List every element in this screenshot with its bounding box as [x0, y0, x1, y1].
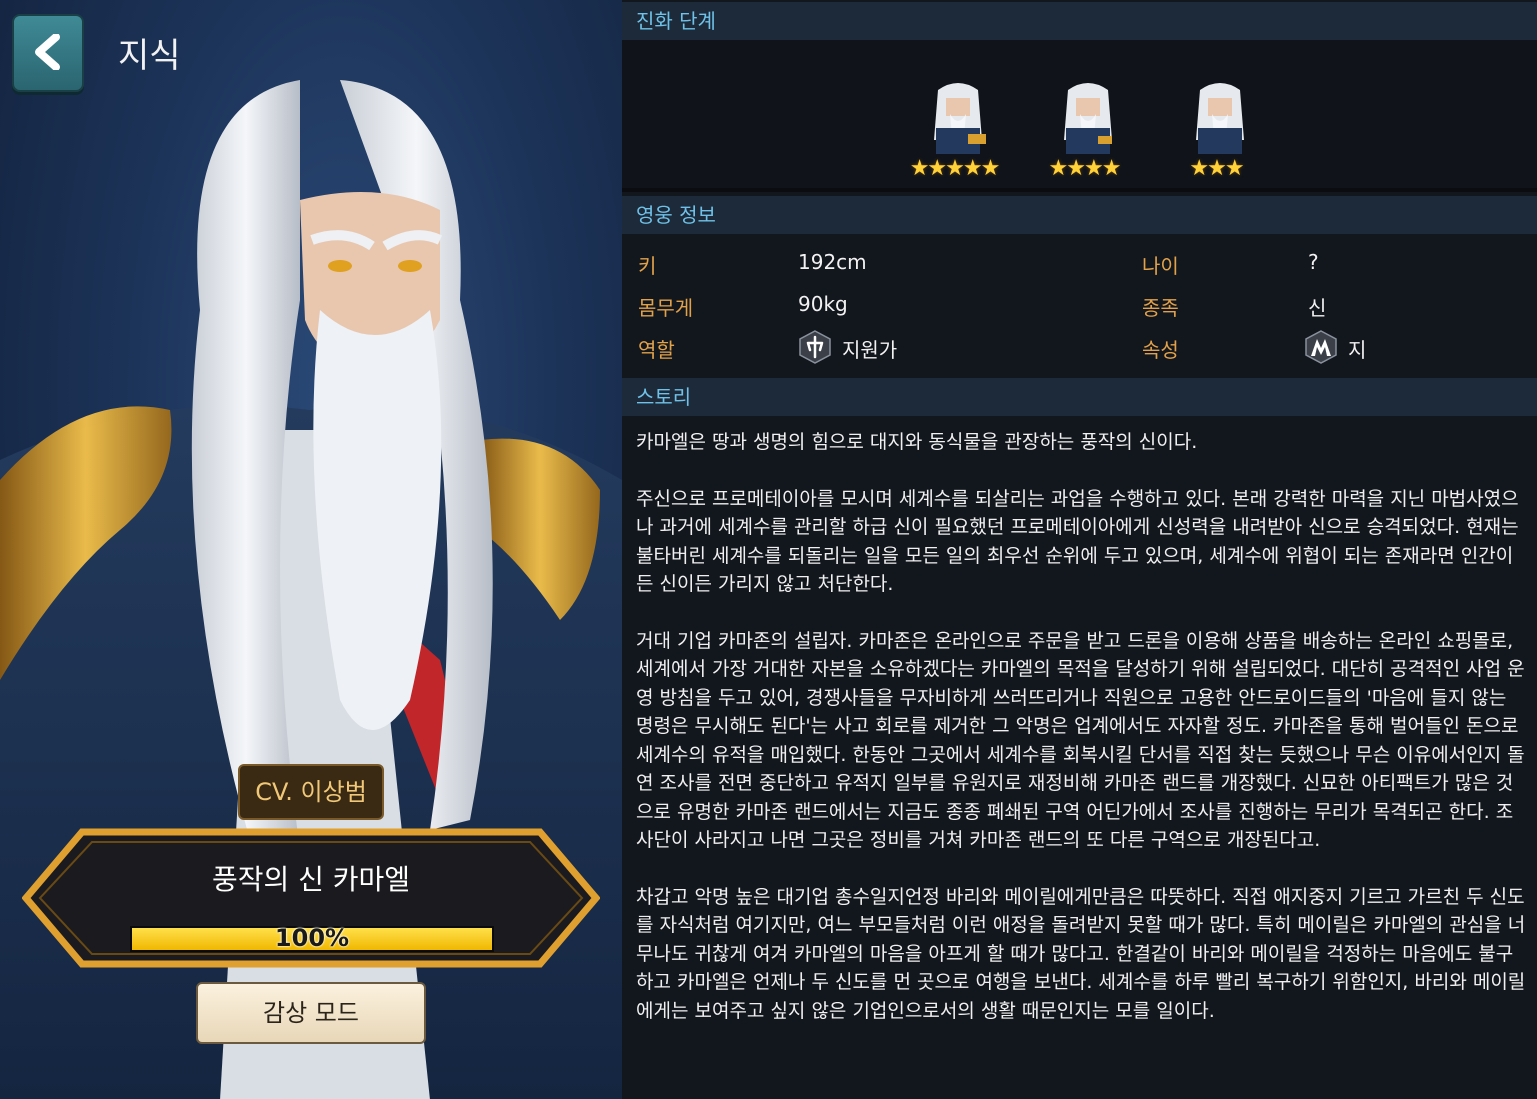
- hero-info-panel: 진화 단계 ★★★★★ ★★★★ ★★★ 영웅 정보 키 192cm 나이 ? …: [622, 0, 1537, 1099]
- age-label: 나이: [1142, 254, 1179, 278]
- story-paragraph: 주신으로 프로메테이아를 모시며 세계수를 되살리는 과업을 수행하고 있다. …: [636, 487, 1519, 596]
- attribute-value: 지: [1348, 338, 1367, 362]
- evolution-stage-5star[interactable]: ★★★★★: [906, 80, 1002, 184]
- view-mode-button[interactable]: 감상 모드: [196, 982, 426, 1044]
- evolution-stage-4star[interactable]: ★★★★: [1036, 80, 1132, 184]
- chevron-left-icon: [35, 34, 60, 70]
- knowledge-progress-bar: 100%: [130, 924, 494, 952]
- height-value: 192cm: [798, 250, 867, 274]
- race-label: 종족: [1142, 296, 1179, 320]
- attribute-label: 속성: [1142, 338, 1179, 362]
- star-rating: ★★★★★: [909, 156, 1001, 181]
- progress-text: 100%: [274, 924, 350, 952]
- evolution-stages: ★★★★★ ★★★★ ★★★: [622, 40, 1537, 192]
- hero-name-plate: 풍작의 신 카마엘 100%: [22, 828, 600, 968]
- race-value: 신: [1308, 296, 1327, 320]
- voice-actor-badge: CV. 이상범: [238, 764, 384, 820]
- support-role-icon: [799, 330, 831, 364]
- age-value: ?: [1308, 250, 1319, 274]
- story-paragraph: 카마엘은 땅과 생명의 힘으로 대지와 동식물을 관장하는 풍작의 신이다.: [636, 431, 1198, 453]
- story-section-header: 스토리: [622, 378, 1537, 416]
- evolution-section-header: 진화 단계: [622, 2, 1537, 40]
- evolution-stage-3star[interactable]: ★★★: [1168, 80, 1264, 184]
- page-title: 지식: [118, 36, 181, 76]
- height-label: 키: [638, 254, 657, 278]
- hero-portrait-panel: 지식 CV. 이상범 풍작의 신 카마엘 100% 감상 모드: [0, 0, 622, 1099]
- story-text: 카마엘은 땅과 생명의 힘으로 대지와 동식물을 관장하는 풍작의 신이다. 주…: [636, 428, 1526, 1053]
- story-paragraph: 차갑고 악명 높은 대기업 총수일지언정 바리와 메이릴에게만큼은 따뜻하다. …: [636, 885, 1526, 1022]
- weight-value: 90kg: [798, 292, 848, 316]
- back-button[interactable]: [12, 14, 84, 92]
- role-value: 지원가: [842, 338, 898, 362]
- role-label: 역할: [638, 338, 675, 362]
- story-paragraph: 거대 기업 카마존의 설립자. 카마존은 온라인으로 주문을 받고 드론을 이용…: [636, 629, 1525, 852]
- hero-chibi-sprite: [1064, 83, 1112, 154]
- star-rating: ★★★: [1189, 156, 1244, 181]
- star-rating: ★★★★: [1048, 156, 1122, 181]
- hero-name: 풍작의 신 카마엘: [211, 863, 411, 896]
- hero-chibi-sprite: [1196, 83, 1244, 154]
- weight-label: 몸무게: [638, 296, 694, 320]
- earth-attribute-icon: [1305, 330, 1337, 364]
- hero-chibi-sprite: [934, 83, 986, 154]
- hero-info-section-header: 영웅 정보: [622, 196, 1537, 234]
